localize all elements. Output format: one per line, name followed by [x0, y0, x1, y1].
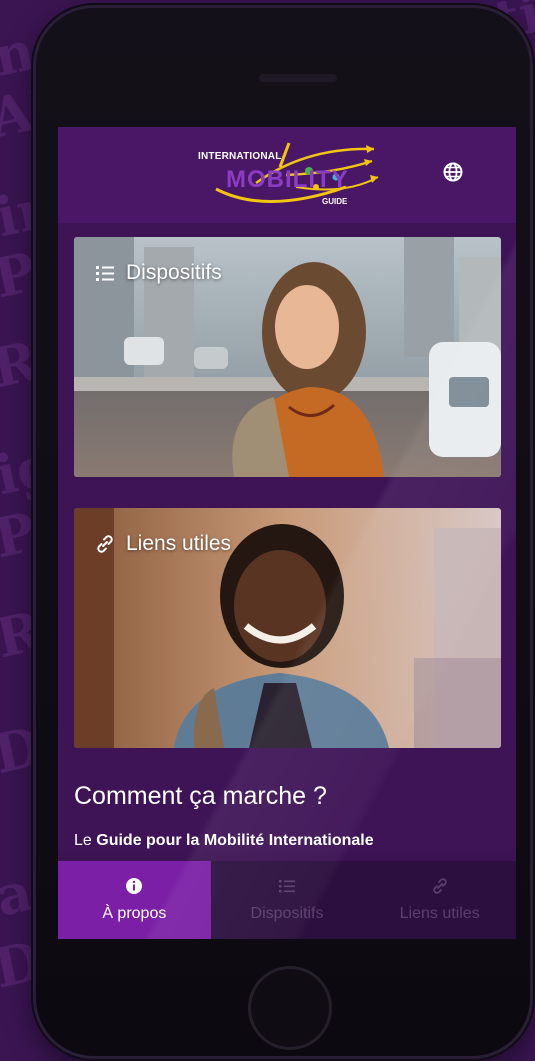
nav-item-a-propos[interactable]: À propos	[58, 861, 211, 939]
app-logo[interactable]: INTERNATIONAL MOBILITY GUIDE	[196, 137, 386, 215]
app-screen: INTERNATIONAL MOBILITY GUIDE Dispositifs…	[58, 127, 516, 939]
bottom-nav: À propos Dispositifs Liens utiles	[58, 861, 516, 939]
link-icon	[432, 878, 447, 894]
globe-icon[interactable]	[442, 161, 464, 183]
nav-item-dispositifs[interactable]: Dispositifs	[211, 861, 364, 939]
section-title: Comment ça marche ?	[74, 782, 327, 810]
phone-speaker	[259, 74, 337, 82]
card-title: Dispositifs	[126, 261, 222, 284]
logo-text-top: INTERNATIONAL	[198, 151, 282, 162]
logo-text-main: MOBILITY	[226, 166, 349, 193]
link-icon	[97, 535, 113, 553]
nav-label: Dispositifs	[250, 905, 324, 922]
home-button[interactable]	[248, 966, 332, 1050]
info-icon	[126, 878, 143, 894]
card-liens-utiles-label: Liens utiles	[94, 532, 231, 556]
list-icon	[96, 266, 114, 281]
card-title: Liens utiles	[126, 532, 232, 555]
list-icon	[279, 880, 295, 893]
logo-text-bottom: GUIDE	[322, 197, 348, 206]
card-liens-utiles[interactable]: Liens utiles	[74, 508, 501, 748]
card-dispositifs-label: Dispositifs	[94, 261, 222, 285]
nav-item-liens-utiles[interactable]: Liens utiles	[363, 861, 516, 939]
card-dispositifs[interactable]: Dispositifs	[74, 237, 501, 477]
app-header: INTERNATIONAL MOBILITY GUIDE	[58, 127, 516, 223]
nav-label: À propos	[102, 905, 167, 922]
nav-label: Liens utiles	[399, 905, 480, 922]
